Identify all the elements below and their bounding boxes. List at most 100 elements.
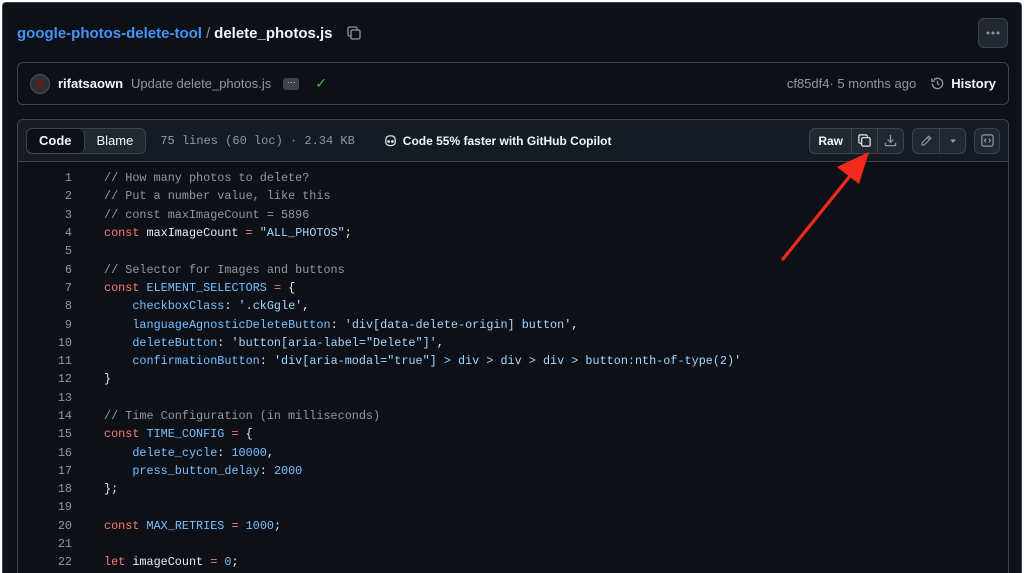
commit-age: · 5 months ago (829, 76, 917, 91)
code-token: 10000 (231, 445, 267, 460)
code-line: 7 const ELEMENT_SELECTORS = { (18, 279, 1008, 297)
triangle-down-icon (949, 139, 956, 143)
code-line: 15 const TIME_CONFIG = { (18, 425, 1008, 443)
symbols-panel-button[interactable] (974, 127, 1000, 154)
code-text: languageAgnosticDeleteButton: 'div[data-… (72, 318, 578, 332)
code-text: // Time Configuration (in milliseconds) (72, 409, 380, 423)
latest-commit-bar: rifatsaown Update delete_photos.js ··· ✓… (17, 62, 1009, 105)
code-token: }; (104, 482, 119, 497)
raw-button[interactable]: Raw (810, 129, 851, 153)
code-token: ; (273, 518, 282, 533)
code-token: 1000 (245, 518, 274, 533)
line-number[interactable]: 6 (18, 263, 72, 277)
line-number[interactable]: 7 (18, 281, 72, 295)
code-text: // const maxImageCount = 5896 (72, 208, 309, 222)
code-text: checkboxClass: '.ckGgle', (72, 299, 309, 313)
code-token: ELEMENT_SELECTORS (146, 280, 267, 295)
edit-dropdown-button[interactable] (939, 128, 965, 153)
code-token: // Selector for Images and buttons (104, 262, 345, 277)
line-number[interactable]: 1 (18, 171, 72, 185)
code-line: 4 const maxImageCount = "ALL_PHOTOS"; (18, 224, 1008, 242)
code-token: { (281, 280, 296, 295)
line-number[interactable]: 4 (18, 226, 72, 240)
code-token: // Time Configuration (in milliseconds) (104, 409, 381, 423)
line-number[interactable]: 13 (18, 391, 72, 405)
code-line: 18}; (18, 480, 1008, 498)
copilot-promo-link[interactable]: Code 55% faster with GitHub Copilot (383, 133, 611, 148)
line-number[interactable]: 15 (18, 427, 72, 441)
code-token: : (259, 354, 274, 369)
code-line: 5 (18, 242, 1008, 260)
code-token: deleteButton (132, 335, 218, 350)
avatar[interactable] (30, 73, 50, 94)
code-text: const maxImageCount = "ALL_PHOTOS"; (72, 226, 352, 240)
history-icon (931, 77, 944, 90)
line-number[interactable]: 12 (18, 372, 72, 386)
line-number[interactable]: 9 (18, 318, 72, 332)
line-number[interactable]: 21 (18, 537, 72, 551)
line-number[interactable]: 3 (18, 208, 72, 222)
line-number[interactable]: 14 (18, 409, 72, 423)
line-number[interactable]: 19 (18, 500, 72, 514)
code-token: 'div[aria-modal="true"] > div > div > di… (273, 354, 742, 369)
more-options-button[interactable] (978, 18, 1008, 48)
code-token: = (231, 427, 239, 442)
tab-code[interactable]: Code (27, 128, 85, 153)
commit-sha[interactable]: cf85df4 (787, 76, 830, 91)
code-line: 17 press_button_delay: 2000 (18, 462, 1008, 480)
code-line: 13 (18, 389, 1008, 407)
code-token: : (259, 463, 274, 478)
line-number[interactable]: 20 (18, 519, 72, 533)
commit-expand-button[interactable]: ··· (283, 77, 300, 90)
line-number[interactable]: 17 (18, 464, 72, 478)
commit-message[interactable]: Update delete_photos.js (131, 76, 271, 91)
line-number[interactable]: 11 (18, 354, 72, 368)
breadcrumb-separator: / (205, 24, 211, 42)
code-line: 20 const MAX_RETRIES = 1000; (18, 517, 1008, 535)
code-text: const TIME_CONFIG = { (72, 427, 253, 441)
breadcrumb-file-name: delete_photos.js (214, 24, 333, 42)
history-button[interactable]: History (930, 76, 996, 91)
check-icon[interactable]: ✓ (315, 75, 327, 92)
pencil-icon (921, 134, 932, 146)
line-number[interactable]: 5 (18, 244, 72, 258)
line-number[interactable]: 10 (18, 336, 72, 350)
commit-author[interactable]: rifatsaown (58, 76, 123, 91)
code-token: '.ckGgle' (238, 299, 303, 314)
breadcrumb-repo-link[interactable]: google-photos-delete-tool (17, 25, 202, 42)
code-token: } (104, 372, 112, 387)
line-number[interactable]: 8 (18, 299, 72, 313)
code-text: } (72, 372, 111, 386)
download-button[interactable] (877, 128, 903, 153)
view-mode-toggle: Code Blame (26, 127, 147, 154)
code-text: // How many photos to delete? (72, 171, 309, 185)
code-token: TIME_CONFIG (146, 427, 225, 442)
code-token: // How many photos to delete? (104, 171, 310, 186)
code-token: press_button_delay (132, 463, 260, 478)
code-token: MAX_RETRIES (146, 518, 225, 533)
code-token: delete_cycle (132, 445, 218, 460)
copilot-icon (385, 135, 396, 147)
code-text: let imageCount = 0; (72, 555, 239, 569)
line-number[interactable]: 18 (18, 482, 72, 496)
edit-actions-group (912, 127, 966, 154)
code-square-icon (980, 134, 994, 147)
code-token: , (436, 335, 444, 350)
line-number[interactable]: 22 (18, 555, 72, 569)
tab-blame[interactable]: Blame (85, 129, 146, 153)
code-text: deleteButton: 'button[aria-label="Delete… (72, 336, 444, 350)
code-token: languageAgnosticDeleteButton (132, 317, 331, 332)
code-token: ; (344, 226, 352, 241)
copy-raw-button[interactable] (851, 128, 877, 153)
line-number[interactable]: 16 (18, 446, 72, 460)
line-number[interactable]: 2 (18, 189, 72, 203)
code-line: 2 // Put a number value, like this (18, 187, 1008, 205)
code-token: const (104, 226, 140, 241)
code-line: 22 let imageCount = 0; (18, 553, 1008, 571)
code-line: 21 (18, 535, 1008, 553)
edit-button[interactable] (913, 129, 939, 153)
copy-path-icon[interactable] (343, 22, 365, 44)
